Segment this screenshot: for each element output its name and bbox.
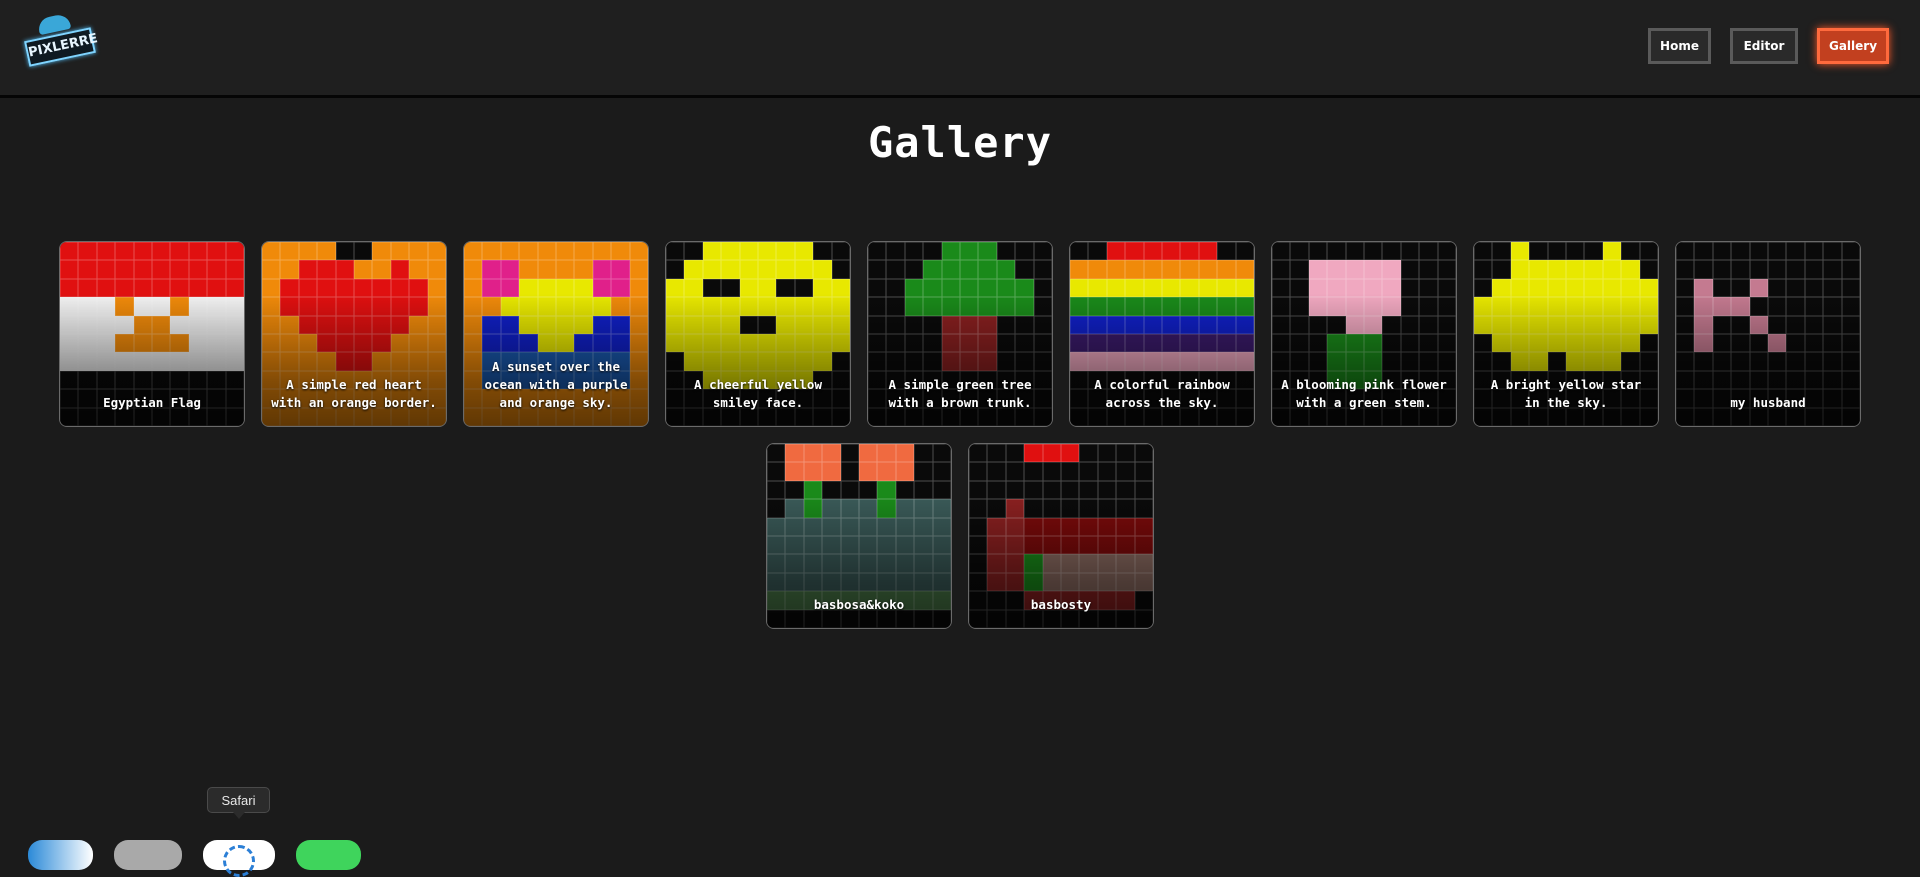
dock-messages-icon[interactable] [296, 840, 361, 870]
gallery-card[interactable]: A sunset over the ocean with a purple an… [463, 241, 649, 427]
dock-launchpad-icon[interactable] [114, 840, 182, 870]
nav-gallery-button[interactable]: Gallery [1817, 28, 1889, 64]
gallery-card[interactable]: my husband [1675, 241, 1861, 427]
gallery-card[interactable]: basbosty [968, 443, 1154, 629]
gallery-card[interactable]: A simple red heart with an orange border… [261, 241, 447, 427]
app-logo[interactable]: PIXLERRE [20, 12, 99, 74]
card-caption: A simple red heart with an orange border… [271, 377, 437, 410]
gallery-card[interactable]: A bright yellow star in the sky. [1473, 241, 1659, 427]
gallery-card[interactable]: A simple green tree with a brown trunk. [867, 241, 1053, 427]
dock-safari-icon[interactable] [203, 840, 275, 877]
card-caption: basbosa&koko [813, 597, 905, 612]
gallery-card[interactable]: A cheerful yellow smiley face. [665, 241, 851, 427]
card-caption: A blooming pink flower with a green stem… [1281, 377, 1447, 410]
top-navigation-bar: PIXLERRE Home Editor Gallery [0, 0, 1920, 98]
gallery-card[interactable]: A colorful rainbow across the sky. [1069, 241, 1255, 427]
logo-text: PIXLERRE [24, 27, 99, 67]
page-title: Gallery [867, 118, 1052, 167]
gallery-card[interactable]: Egyptian Flag [59, 241, 245, 427]
card-caption: A bright yellow star in the sky. [1490, 377, 1642, 410]
card-caption: A colorful rainbow across the sky. [1094, 377, 1230, 410]
dock-tooltip: Safari [207, 787, 270, 819]
card-caption: A cheerful yellow smiley face. [694, 377, 822, 410]
nav-editor-button[interactable]: Editor [1730, 28, 1798, 64]
card-caption: A simple green tree with a brown trunk. [888, 377, 1032, 410]
card-caption: basbosty [1030, 597, 1092, 612]
card-caption: A sunset over the ocean with a purple an… [484, 359, 628, 410]
nav-home-button[interactable]: Home [1648, 28, 1711, 64]
gallery-card[interactable]: basbosa&koko [766, 443, 952, 629]
gallery-card[interactable]: A blooming pink flower with a green stem… [1271, 241, 1457, 427]
dock-finder-icon[interactable] [28, 840, 93, 870]
card-caption: Egyptian Flag [103, 395, 201, 410]
card-caption: my husband [1730, 395, 1806, 410]
